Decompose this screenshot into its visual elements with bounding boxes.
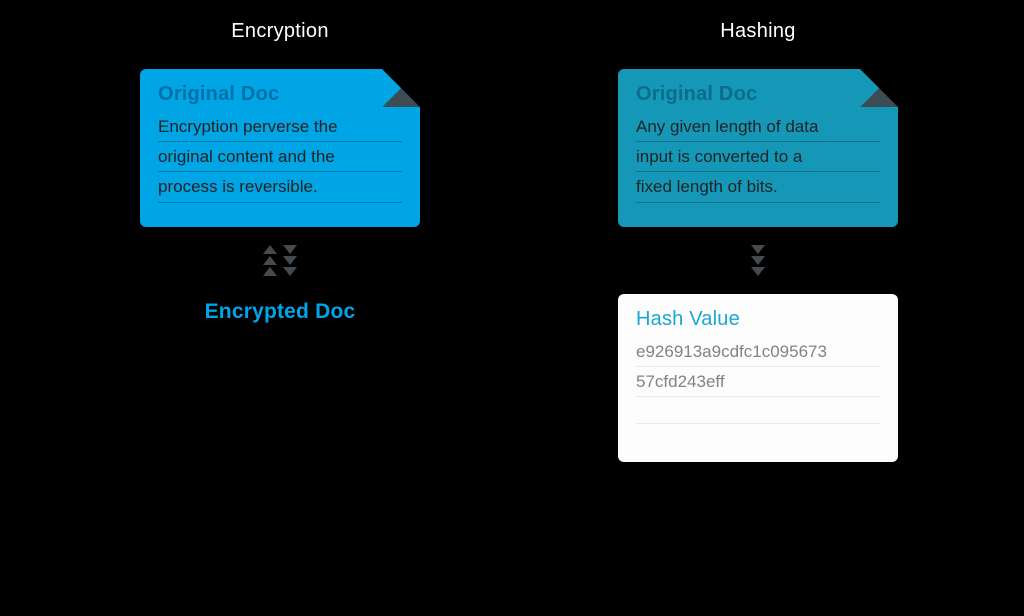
hash-line: e926913a9cdfc1c095673: [636, 337, 880, 367]
page-fold-icon: [860, 69, 898, 107]
doc-title: Original Doc: [636, 83, 880, 106]
doc-line: process is reversible.: [158, 172, 402, 202]
doc-body: Any given length of data input is conver…: [636, 112, 880, 203]
doc-line: Encryption perverse the: [158, 112, 402, 142]
encrypted-doc-label: Encrypted Doc: [205, 300, 356, 324]
hashing-title: Hashing: [720, 20, 795, 43]
doc-body: Encryption perverse the original content…: [158, 112, 402, 203]
doc-line: input is converted to a: [636, 142, 880, 172]
encryption-column: Encryption Original Doc Encryption perve…: [90, 20, 470, 324]
doc-line: fixed length of bits.: [636, 172, 880, 202]
hash-value-doc: Hash Value e926913a9cdfc1c095673 57cfd24…: [618, 294, 898, 462]
original-doc-hashing: Original Doc Any given length of data in…: [618, 69, 898, 227]
encryption-title: Encryption: [231, 20, 329, 43]
doc-title: Original Doc: [158, 83, 402, 106]
doc-line: Any given length of data: [636, 112, 880, 142]
down-arrows: [751, 245, 765, 276]
page-fold-icon: [382, 69, 420, 107]
hash-line: [636, 397, 880, 424]
up-arrows: [263, 245, 277, 276]
hashing-column: Hashing Original Doc Any given length of…: [568, 20, 948, 462]
down-arrows: [283, 245, 297, 276]
bidirectional-arrow-icon: [263, 245, 297, 276]
doc-body: e926913a9cdfc1c095673 57cfd243eff: [636, 337, 880, 424]
hash-line: 57cfd243eff: [636, 367, 880, 397]
down-arrow-icon: [751, 245, 765, 276]
original-doc-encryption: Original Doc Encryption perverse the ori…: [140, 69, 420, 227]
doc-title: Hash Value: [636, 308, 880, 331]
doc-line: original content and the: [158, 142, 402, 172]
